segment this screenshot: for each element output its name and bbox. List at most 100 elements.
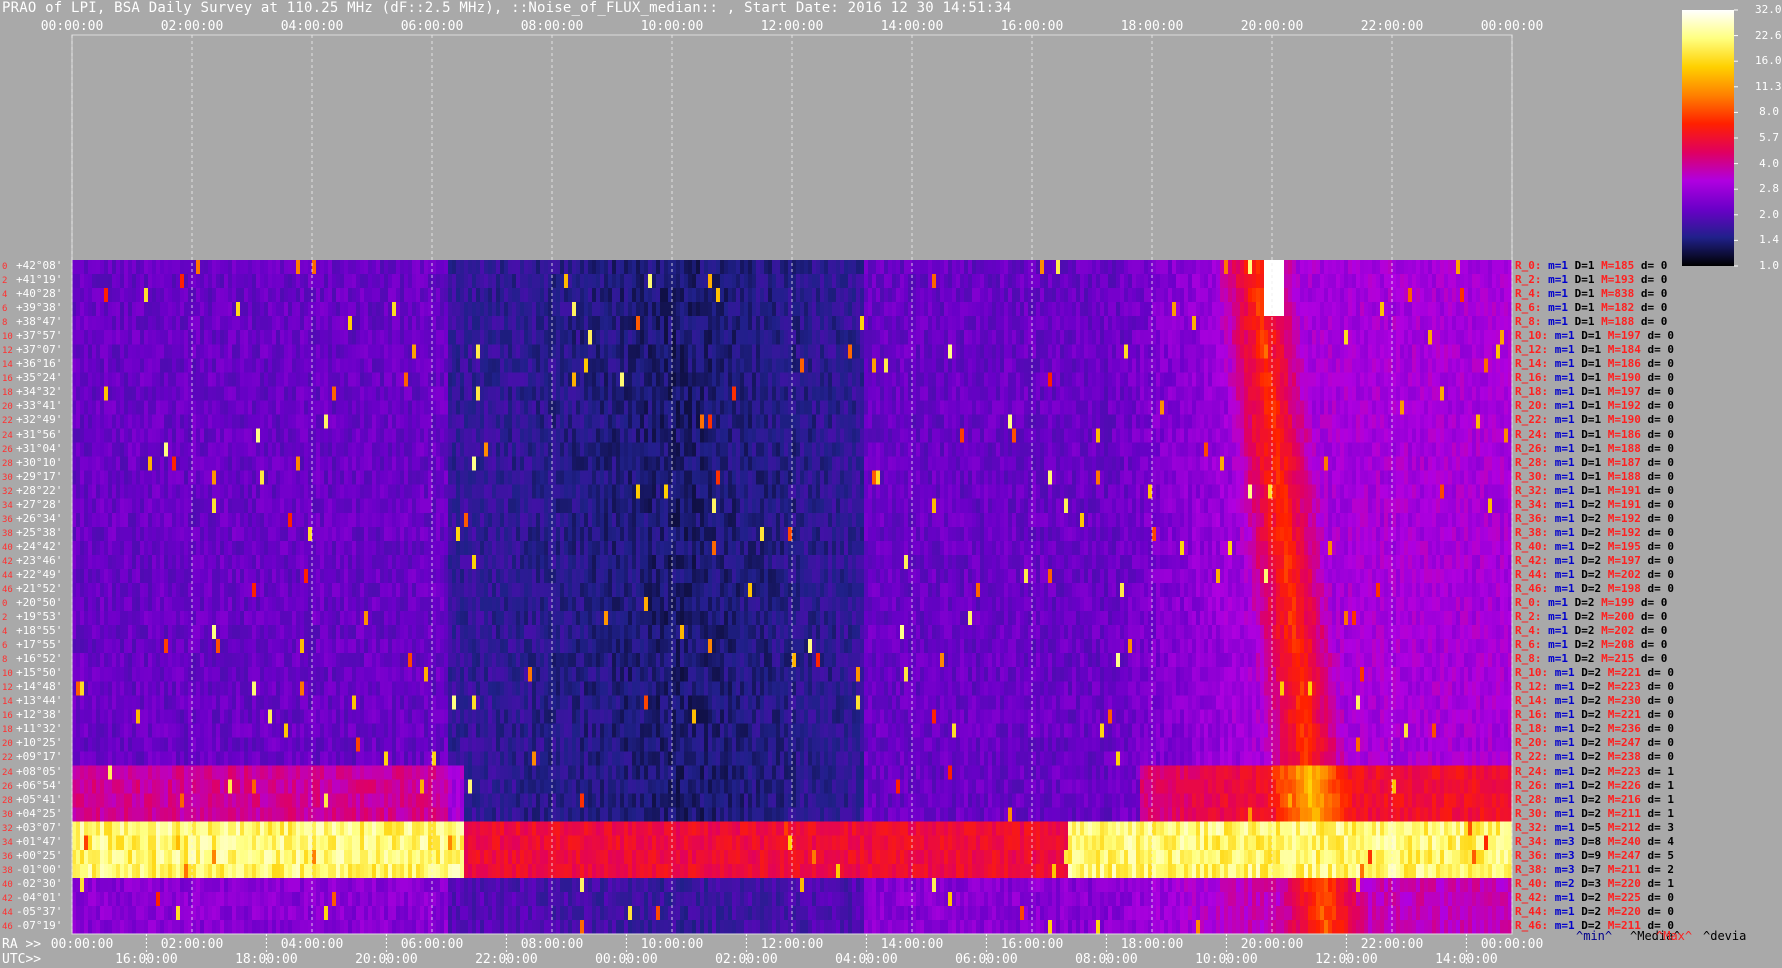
row-stat-M: M=188	[1607, 469, 1648, 483]
row-index: 46	[2, 921, 13, 932]
legend-min: ^min^	[1576, 929, 1613, 943]
row-stat-M: M=192	[1607, 399, 1648, 413]
row-stat-dd: D=1	[1581, 413, 1608, 427]
row-stat-r: R_40:	[1515, 539, 1555, 553]
row-stat-M: M=240	[1607, 834, 1648, 848]
row-stat-dd: d= 0	[1647, 511, 1675, 525]
declination-label: 12 +37°07'	[2, 343, 62, 358]
ra-axis-prefix: RA >>	[2, 937, 42, 952]
declination-label: 28 +30°10'	[2, 456, 62, 471]
row-stat-dd: d= 1	[1647, 778, 1675, 792]
declination-value: +25°38'	[16, 525, 63, 539]
row-stat: R_14: m=1 D=1 M=186 d= 0	[1515, 357, 1674, 370]
row-stat-dd: d= 0	[1647, 343, 1675, 357]
utc-axis-tick-label: 08:00:00	[1075, 952, 1138, 967]
row-stat-dd: D=2	[1574, 652, 1602, 666]
declination-label: 32 +28°22'	[2, 484, 62, 499]
row-stat: R_32: m=1 D=1 M=191 d= 0	[1515, 484, 1674, 497]
declination-label: 16 +35°24'	[2, 371, 62, 386]
row-index: 28	[2, 458, 13, 469]
declination-label: 16 +12°38'	[2, 708, 62, 723]
row-stat-dd: D=2	[1574, 610, 1602, 624]
row-stat-dd: d= 0	[1647, 708, 1675, 722]
row-stat-m: m=1	[1548, 287, 1575, 301]
row-stat: R_8: m=1 D=2 M=215 d= 0	[1515, 652, 1667, 665]
row-stat-M: M=187	[1607, 455, 1648, 469]
utc-axis-tick-label: 20:00:00	[355, 952, 418, 967]
declination-label: 8 +38°47'	[2, 315, 62, 330]
ra-axis-tick-label: 22:00:00	[1360, 937, 1424, 952]
row-stat-dd: d= 0	[1647, 890, 1675, 904]
row-stat: R_20: m=1 D=1 M=192 d= 0	[1515, 399, 1674, 412]
row-stat-m: m=1	[1554, 371, 1582, 385]
declination-value: +32°49'	[16, 413, 63, 427]
row-stat-r: R_38:	[1515, 525, 1555, 539]
utc-axis-tick-label: 04:00:00	[835, 952, 898, 967]
declination-value: +10°25'	[16, 736, 63, 750]
declination-value: +09°17'	[16, 750, 63, 764]
row-stat-M: M=182	[1601, 301, 1641, 315]
row-stat: R_4: m=1 D=1 M=838 d= 0	[1515, 287, 1667, 300]
row-stat-dd: d= 0	[1647, 567, 1675, 581]
row-stat-r: R_42:	[1515, 553, 1555, 567]
row-stat-m: m=1	[1554, 483, 1582, 497]
row-stat-dd: D=2	[1581, 806, 1608, 820]
row-stat-m: m=1	[1554, 385, 1582, 399]
row-stat-dd: d= 0	[1647, 736, 1675, 750]
row-index: 28	[2, 795, 13, 806]
row-stat-M: M=838	[1601, 287, 1641, 301]
row-stat-M: M=199	[1601, 596, 1641, 609]
row-stat-r: R_32:	[1515, 483, 1555, 497]
row-stat-dd: D=1	[1581, 483, 1608, 497]
declination-value: +19°53'	[16, 610, 63, 624]
declination-label: 44 -05°37'	[2, 905, 62, 920]
row-stat-dd: D=2	[1581, 539, 1608, 553]
row-stat-M: M=238	[1607, 750, 1648, 764]
row-stat-dd: d= 2	[1647, 862, 1675, 876]
ra-axis-tick-label: 12:00:00	[760, 937, 824, 952]
row-index: 4	[2, 627, 8, 638]
declination-label: 10 +37°57'	[2, 329, 62, 344]
legend-devia: ^devia	[1703, 929, 1747, 943]
declination-label: 24 +31°56'	[2, 428, 62, 443]
utc-axis-tick-label: 14:00:00	[1435, 952, 1498, 967]
row-index: 32	[2, 823, 13, 834]
row-stat-m: m=1	[1548, 301, 1575, 315]
declination-label: 2 +19°53'	[2, 610, 62, 625]
utc-axis-tick-label: 02:00:00	[715, 952, 778, 967]
row-stat-dd: d= 0	[1640, 624, 1668, 638]
row-stat-r: R_40:	[1515, 876, 1555, 890]
row-stat-m: m=1	[1548, 315, 1575, 329]
row-stat-dd: d= 0	[1647, 525, 1675, 539]
declination-label: 44 +22°49'	[2, 568, 62, 583]
ra-axis-tick-label: 14:00:00	[880, 937, 944, 952]
row-stat-r: R_46:	[1515, 581, 1555, 595]
row-stat-m: m=1	[1554, 750, 1582, 764]
declination-label: 20 +33°41'	[2, 399, 62, 414]
declination-label: 38 +25°38'	[2, 526, 62, 541]
declination-value: +33°41'	[16, 399, 63, 413]
row-stat-dd: d= 0	[1640, 287, 1668, 301]
row-stat: R_0: m=1 D=2 M=199 d= 0	[1515, 596, 1667, 609]
row-stat-r: R_34:	[1515, 834, 1555, 848]
row-stat-dd: d= 1	[1647, 764, 1675, 778]
row-stat: R_26: m=1 D=1 M=188 d= 0	[1515, 442, 1674, 455]
row-stat-m: m=1	[1554, 581, 1582, 595]
row-index: 38	[2, 865, 13, 876]
row-stat-r: R_4:	[1515, 287, 1549, 301]
row-index: 2	[2, 613, 8, 624]
row-stat-r: R_16:	[1515, 371, 1555, 385]
row-stat-dd: D=1	[1581, 371, 1608, 385]
row-stat-m: m=1	[1548, 624, 1575, 638]
declination-value: +01°47'	[16, 834, 63, 848]
declination-value: +05°41'	[16, 792, 63, 806]
row-stat-m: m=1	[1554, 680, 1582, 694]
row-stat: R_30: m=1 D=1 M=188 d= 0	[1515, 470, 1674, 483]
declination-label: 24 +08°05'	[2, 765, 62, 780]
row-stat-dd: d= 0	[1647, 694, 1675, 708]
row-stat-M: M=220	[1607, 904, 1648, 918]
row-stat-r: R_28:	[1515, 792, 1555, 806]
ra-axis-tick-label: 20:00:00	[1240, 937, 1304, 952]
row-stat-dd: D=1	[1581, 469, 1608, 483]
row-stat-r: R_12:	[1515, 343, 1555, 357]
